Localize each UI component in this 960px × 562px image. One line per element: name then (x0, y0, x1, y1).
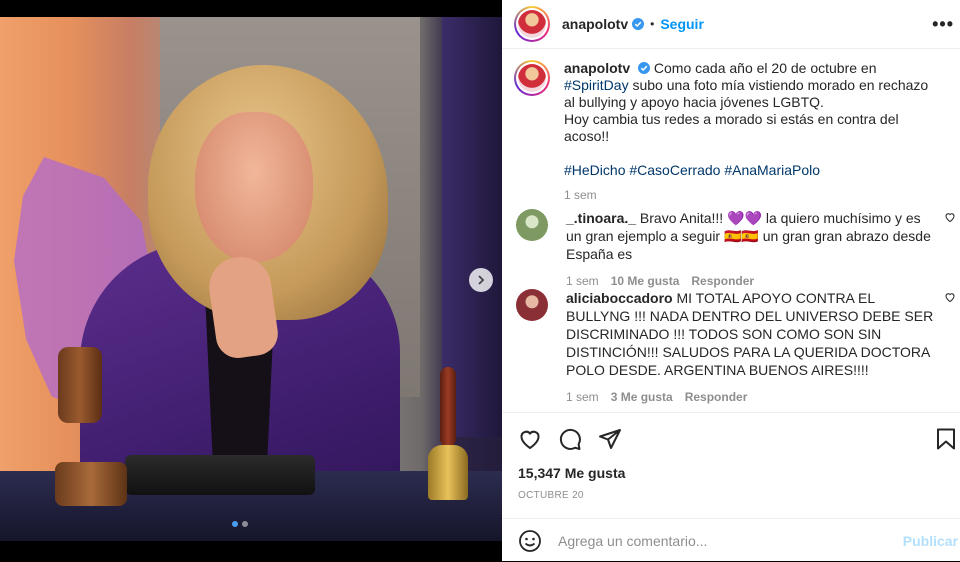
commenter-avatar[interactable] (516, 209, 548, 241)
comment-username[interactable]: _.tinoara._ (566, 210, 636, 226)
hashtag-link[interactable]: #SpiritDay (564, 77, 629, 93)
post-media (0, 0, 502, 561)
bookmark-button[interactable] (934, 427, 958, 451)
post-photo (0, 17, 502, 541)
author-username[interactable]: anapolotv (562, 16, 628, 32)
carousel-indicator (232, 521, 248, 527)
author-avatar[interactable] (514, 6, 550, 42)
comment-likes[interactable]: 3 Me gusta (611, 388, 673, 406)
caption-username[interactable]: anapolotv (564, 60, 630, 76)
header-separator: • (650, 17, 655, 31)
commenter-avatar[interactable] (516, 289, 548, 321)
carousel-next-button[interactable] (469, 268, 493, 292)
caption-text: Hoy cambia tus redes a morado si estás e… (564, 111, 899, 144)
reply-button[interactable]: Responder (685, 388, 748, 406)
post-actions: 15,347 Me gusta OCTUBRE 20 (502, 412, 960, 517)
share-icon[interactable] (598, 427, 622, 451)
comment-input[interactable] (556, 531, 890, 550)
follow-button[interactable]: Seguir (660, 16, 704, 32)
comments-area[interactable]: anapolotv Como cada año el 20 de octubre… (502, 49, 960, 411)
verified-badge-icon (638, 62, 651, 74)
comment-likes[interactable]: 10 Me gusta (611, 272, 680, 290)
chevron-right-icon (478, 275, 485, 285)
comment-item: aliciaboccadoro MI TOTAL APOYO CONTRA EL… (516, 289, 956, 406)
caption-avatar[interactable] (514, 60, 550, 96)
emoji-icon[interactable] (518, 529, 542, 553)
post-comment-button[interactable]: Publicar (903, 533, 958, 549)
post-header: anapolotv • Seguir ••• (502, 0, 960, 49)
caption-text: Como cada año el 20 de octubre en (653, 60, 877, 76)
post-date: OCTUBRE 20 (518, 490, 584, 501)
comment-heart-icon[interactable] (944, 211, 956, 223)
hashtag-link[interactable]: #HeDicho (564, 162, 625, 178)
post-sidebar: anapolotv • Seguir ••• anapolotv Como ca… (502, 0, 960, 561)
heart-icon[interactable] (518, 427, 542, 451)
verified-badge-icon (632, 18, 645, 30)
hashtag-link[interactable]: #CasoCerrado (629, 162, 720, 178)
more-options-icon[interactable]: ••• (932, 14, 954, 35)
bookmark-icon (937, 428, 955, 450)
hashtag-link[interactable]: #AnaMariaPolo (724, 162, 820, 178)
add-comment-bar: Publicar (502, 518, 960, 562)
comment-timestamp: 1 sem (566, 274, 599, 288)
carousel-dot-active (232, 521, 238, 527)
comment-username[interactable]: aliciaboccadoro (566, 290, 673, 306)
reply-button[interactable]: Responder (691, 272, 754, 290)
like-count[interactable]: 15,347 Me gusta (518, 465, 625, 481)
comment-icon[interactable] (558, 427, 582, 451)
comment-timestamp: 1 sem (566, 390, 599, 404)
carousel-dot (242, 521, 248, 527)
caption-timestamp: 1 sem (564, 188, 597, 202)
comment-item: _.tinoara._ Bravo Anita!!! 💜💜 la quiero … (516, 209, 956, 290)
post-caption: anapolotv Como cada año el 20 de octubre… (514, 60, 944, 204)
comment-heart-icon[interactable] (944, 291, 956, 303)
